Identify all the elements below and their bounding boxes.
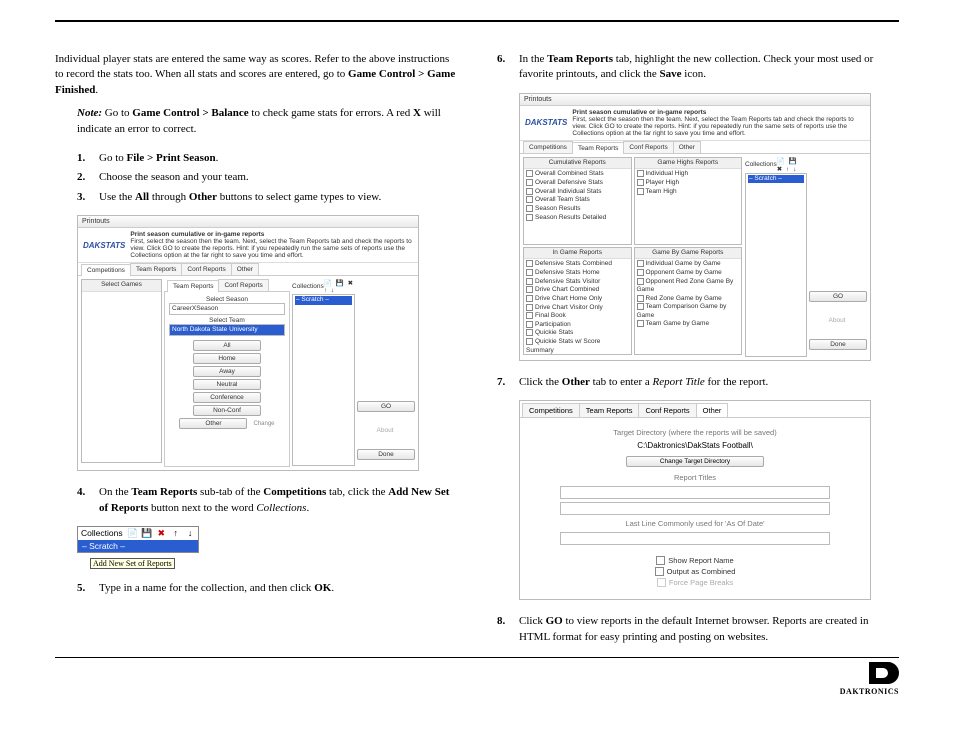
dakstats-logo: DAKSTATS [83, 241, 125, 250]
list-item[interactable]: Drive Chart Combined [526, 286, 629, 295]
go-button[interactable]: GO [809, 291, 867, 302]
tab-other[interactable]: Other [673, 141, 701, 153]
step-6: 6.In the Team Reports tab, highlight the… [497, 52, 899, 83]
daktronics-icon [869, 662, 899, 684]
list-item[interactable]: Defensive Stats Visitor [526, 278, 629, 287]
cb-show-report-name[interactable] [656, 556, 665, 565]
intro-text: Individual player stats are entered the … [55, 52, 457, 98]
list-item[interactable]: Individual Game by Game [637, 260, 740, 269]
list-item[interactable]: Overall Individual Stats [526, 188, 629, 197]
tab-other[interactable]: Other [696, 403, 729, 417]
btn-neutral[interactable]: Neutral [193, 379, 261, 390]
report-title-field-3[interactable] [560, 532, 830, 545]
game-by-game-list[interactable]: Game By Game Reports Individual Game by … [634, 247, 743, 355]
add-reports-tooltip: Add New Set of Reports [90, 558, 175, 569]
list-item[interactable]: Quickie Stats w/ Score Summary [526, 338, 629, 355]
list-item[interactable]: Participation [526, 321, 629, 330]
tab-competitions[interactable]: Competitions [522, 403, 580, 417]
go-button[interactable]: GO [357, 401, 415, 412]
step-5: 5.Type in a name for the collection, and… [77, 581, 457, 596]
step-8: 8.Click GO to view reports in the defaul… [497, 614, 899, 645]
tab-team-reports[interactable]: Team Reports [572, 142, 624, 154]
top-rule [55, 20, 899, 22]
change-link[interactable]: Change [253, 421, 274, 427]
about-button: About [829, 317, 846, 324]
report-title-field-2[interactable] [560, 502, 830, 515]
add-reports-icon[interactable]: 📄 [127, 528, 139, 539]
tab-conf-reports[interactable]: Conf Reports [638, 403, 696, 417]
list-item[interactable]: Opponent Game by Game [637, 269, 740, 278]
figure-printouts-team-reports: Printouts DAKSTATSPrint season cumulativ… [519, 93, 871, 361]
figure-other-tab: Competitions Team Reports Conf Reports O… [519, 400, 871, 600]
subtab-team-reports[interactable]: Team Reports [167, 280, 219, 292]
tab-team-reports[interactable]: Team Reports [130, 263, 182, 275]
cb-output-combined[interactable] [655, 567, 664, 576]
list-item[interactable]: Team High [637, 188, 740, 197]
window-title: Printouts [78, 216, 418, 228]
tab-other[interactable]: Other [231, 263, 259, 275]
tab-competitions[interactable]: Competitions [81, 264, 131, 276]
list-item[interactable]: Defensive Stats Combined [526, 260, 629, 269]
btn-all[interactable]: All [193, 340, 261, 351]
step-2: 2.Choose the season and your team. [77, 170, 457, 185]
tab-conf-reports[interactable]: Conf Reports [623, 141, 673, 153]
list-item[interactable]: Individual High [637, 170, 740, 179]
step-7: 7.Click the Other tab to enter a Report … [497, 375, 899, 390]
bottom-rule [55, 657, 899, 658]
btn-conference[interactable]: Conference [193, 392, 261, 403]
season-select[interactable]: CareerXSeason [169, 303, 285, 315]
down-icon[interactable]: ↓ [184, 528, 196, 538]
window-title: Printouts [520, 94, 870, 106]
up-icon[interactable]: ↑ [170, 528, 182, 538]
list-item[interactable]: Opponent Red Zone Game By Game [637, 278, 740, 295]
target-path-text: C:\Daktronics\DakStats Football\ [540, 441, 850, 450]
tab-team-reports[interactable]: Team Reports [579, 403, 640, 417]
list-item[interactable]: Team Game by Game [637, 320, 740, 329]
list-item[interactable]: Team Comparison Game by Game [637, 303, 740, 320]
subtab-conf-reports[interactable]: Conf Reports [218, 279, 268, 291]
list-item[interactable]: Quickie Stats [526, 329, 629, 338]
tab-conf-reports[interactable]: Conf Reports [181, 263, 231, 275]
report-title-field-1[interactable] [560, 486, 830, 499]
change-target-button[interactable]: Change Target Directory [626, 456, 764, 467]
btn-nonconf[interactable]: Non-Conf [193, 405, 261, 416]
tab-competitions[interactable]: Competitions [523, 141, 573, 153]
list-item[interactable]: Overall Combined Stats [526, 170, 629, 179]
list-item[interactable]: Season Results Detailed [526, 214, 629, 223]
btn-away[interactable]: Away [193, 366, 261, 377]
list-item[interactable]: Season Results [526, 205, 629, 214]
cb-force-page-breaks [657, 578, 666, 587]
collection-item[interactable]: – Scratch – [78, 540, 198, 552]
list-item[interactable]: Red Zone Game by Game [637, 295, 740, 304]
save-icon[interactable]: 💾 [141, 528, 153, 539]
team-select[interactable]: North Dakota State University [169, 324, 285, 336]
note-text: Note: Go to Game Control > Balance to ch… [77, 106, 457, 137]
about-button: About [377, 427, 394, 434]
list-item[interactable]: Drive Chart Visitor Only [526, 304, 629, 313]
figure-printouts-competitions: Printouts DAKSTATSPrint season cumulativ… [77, 215, 419, 471]
game-highs-list[interactable]: Game Highs Reports Individual HighPlayer… [634, 157, 743, 245]
done-button[interactable]: Done [809, 339, 867, 350]
list-item[interactable]: Defensive Stats Home [526, 269, 629, 278]
list-item[interactable]: Drive Chart Home Only [526, 295, 629, 304]
list-item[interactable]: Final Book [526, 312, 629, 321]
cumulative-reports-list[interactable]: Cumulative Reports Overall Combined Stat… [523, 157, 632, 245]
in-game-reports-list[interactable]: In Game Reports Defensive Stats Combined… [523, 247, 632, 355]
btn-home[interactable]: Home [193, 353, 261, 364]
step-3: 3.Use the All through Other buttons to s… [77, 190, 457, 205]
list-item[interactable]: Overall Team Stats [526, 196, 629, 205]
step-1: 1.Go to File > Print Season. [77, 151, 457, 166]
step-4: 4.On the Team Reports sub-tab of the Com… [77, 485, 457, 516]
footer-logo: DAKTRONICS [55, 662, 899, 696]
btn-other[interactable]: Other [179, 418, 247, 429]
delete-icon[interactable]: ✖ [155, 528, 167, 539]
list-item[interactable]: Overall Defensive Stats [526, 179, 629, 188]
list-item[interactable]: Player High [637, 179, 740, 188]
dakstats-logo: DAKSTATS [525, 118, 567, 127]
figure-collections-toolbar: Collections 📄 💾 ✖ ↑ ↓ – Scratch – [77, 526, 199, 553]
done-button[interactable]: Done [357, 449, 415, 460]
